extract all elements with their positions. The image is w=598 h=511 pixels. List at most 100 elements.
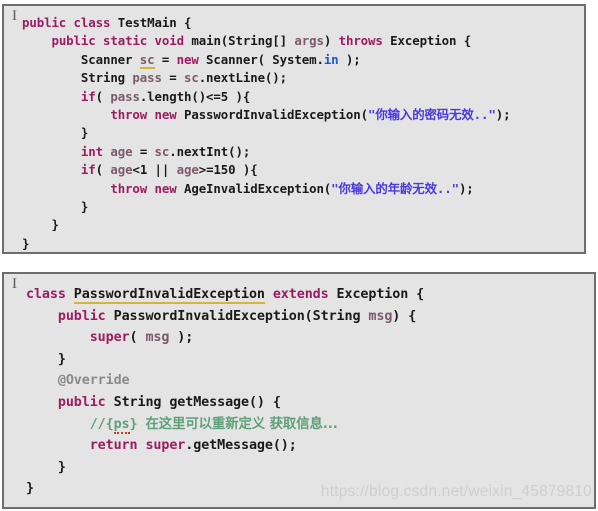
code-token: <1 || xyxy=(132,162,177,178)
code-content-testmain[interactable]: public class TestMain { public static vo… xyxy=(4,6,584,252)
code-token: ) { xyxy=(392,308,417,324)
code-token: throws xyxy=(338,33,383,49)
code-line[interactable]: } xyxy=(22,216,584,234)
code-token: "你输入的年龄无效.." xyxy=(331,180,459,196)
code-line[interactable]: throw new AgeInvalidException("你输入的年龄无效.… xyxy=(22,180,584,198)
code-token: ( xyxy=(95,88,111,104)
code-token: new xyxy=(154,107,177,123)
code-line[interactable]: class PasswordInvalidException extends E… xyxy=(26,284,594,306)
code-token: new xyxy=(176,51,199,67)
code-token: ); xyxy=(169,330,194,346)
code-line[interactable]: //{ps} 在这里可以重新定义 获取信息... xyxy=(26,414,594,436)
code-token: String xyxy=(22,70,133,86)
code-token: static xyxy=(103,33,148,49)
code-token: public xyxy=(57,308,106,324)
code-token: public xyxy=(57,394,106,410)
code-token: = xyxy=(154,51,177,67)
code-token: //{ xyxy=(89,416,114,432)
code-token: } xyxy=(26,481,34,497)
code-token: PasswordInvalidException xyxy=(73,287,265,304)
code-token: sc xyxy=(139,51,155,69)
code-line[interactable]: String pass = sc.nextLine(); xyxy=(22,69,584,87)
code-token: Scanner xyxy=(22,51,140,67)
code-line[interactable]: } xyxy=(26,349,594,371)
code-line[interactable]: } xyxy=(22,235,584,252)
code-editor-panel-passwordinvalidexception[interactable]: I class PasswordInvalidException extends… xyxy=(2,272,596,509)
code-token: return xyxy=(89,438,138,454)
code-line[interactable]: throw new PasswordInvalidException("你输入的… xyxy=(22,106,584,124)
code-token: .length()<=5 ){ xyxy=(139,88,251,104)
code-token: "你输入的密码无效.." xyxy=(367,107,496,123)
code-line[interactable]: Scanner sc = new Scanner( System.in ); xyxy=(22,51,584,69)
code-token: main(String[] xyxy=(184,33,295,49)
code-token: String getMessage() { xyxy=(105,394,281,410)
code-token: ); xyxy=(458,180,474,196)
code-line[interactable]: if( age<1 || age>=150 ){ xyxy=(22,161,584,179)
code-line[interactable]: if( pass.length()<=5 ){ xyxy=(22,88,584,106)
code-token: super xyxy=(89,330,130,346)
code-token: ); xyxy=(495,107,511,123)
code-token: PasswordInvalidException(String xyxy=(105,308,369,324)
code-token: } xyxy=(22,235,30,251)
code-line[interactable]: int age = sc.nextInt(); xyxy=(22,143,584,161)
code-token: public xyxy=(51,33,96,49)
code-token: if xyxy=(80,162,96,178)
code-token: pass xyxy=(110,88,140,104)
code-line[interactable]: return super.getMessage(); xyxy=(26,435,594,457)
code-token: TestMain { xyxy=(110,15,192,30)
code-token: ( xyxy=(95,162,111,178)
code-token: } xyxy=(129,416,146,432)
code-line[interactable]: super( msg ); xyxy=(26,327,594,349)
code-line[interactable]: public class TestMain { xyxy=(22,14,584,32)
code-line[interactable]: } xyxy=(22,198,584,216)
code-token: sc xyxy=(183,70,199,86)
code-token: } xyxy=(22,125,89,141)
code-token: .nextLine(); xyxy=(198,70,288,86)
code-token: } xyxy=(22,199,89,215)
code-editor-panel-testmain[interactable]: I public class TestMain { public static … xyxy=(2,4,586,254)
code-line[interactable]: public PasswordInvalidException(String m… xyxy=(26,306,594,328)
code-token: class xyxy=(73,15,111,30)
code-line[interactable]: @Override xyxy=(26,370,594,392)
code-token: in xyxy=(323,51,339,67)
code-token: ( xyxy=(129,330,146,346)
code-token: age xyxy=(110,143,133,159)
code-token: class xyxy=(26,287,66,302)
code-token: Exception { xyxy=(382,33,472,49)
code-token: @Override xyxy=(57,373,130,389)
code-token: msg xyxy=(368,308,393,324)
code-token: Scanner( System. xyxy=(198,51,324,67)
code-token: extends xyxy=(272,287,329,302)
code-line[interactable]: } xyxy=(22,124,584,142)
code-token: throw xyxy=(110,180,148,196)
code-token: super xyxy=(145,438,186,454)
code-line[interactable]: public String getMessage() { xyxy=(26,392,594,414)
code-token: } xyxy=(26,351,66,367)
code-token: pass xyxy=(132,70,162,86)
code-token: sc xyxy=(154,143,170,159)
code-token: age xyxy=(176,162,199,178)
code-line[interactable]: } xyxy=(26,457,594,479)
code-content-passwordinvalidexception[interactable]: class PasswordInvalidException extends E… xyxy=(4,274,594,507)
code-token: int xyxy=(80,143,103,159)
code-token: msg xyxy=(145,330,170,346)
code-token: public xyxy=(22,15,67,30)
code-token: args xyxy=(294,33,324,49)
code-token: void xyxy=(154,33,185,49)
csdn-watermark: https://blog.csdn.net/weixin_45879810 xyxy=(320,483,592,500)
code-line[interactable]: public static void main(String[] args) t… xyxy=(22,32,584,50)
code-token: if xyxy=(80,88,96,104)
